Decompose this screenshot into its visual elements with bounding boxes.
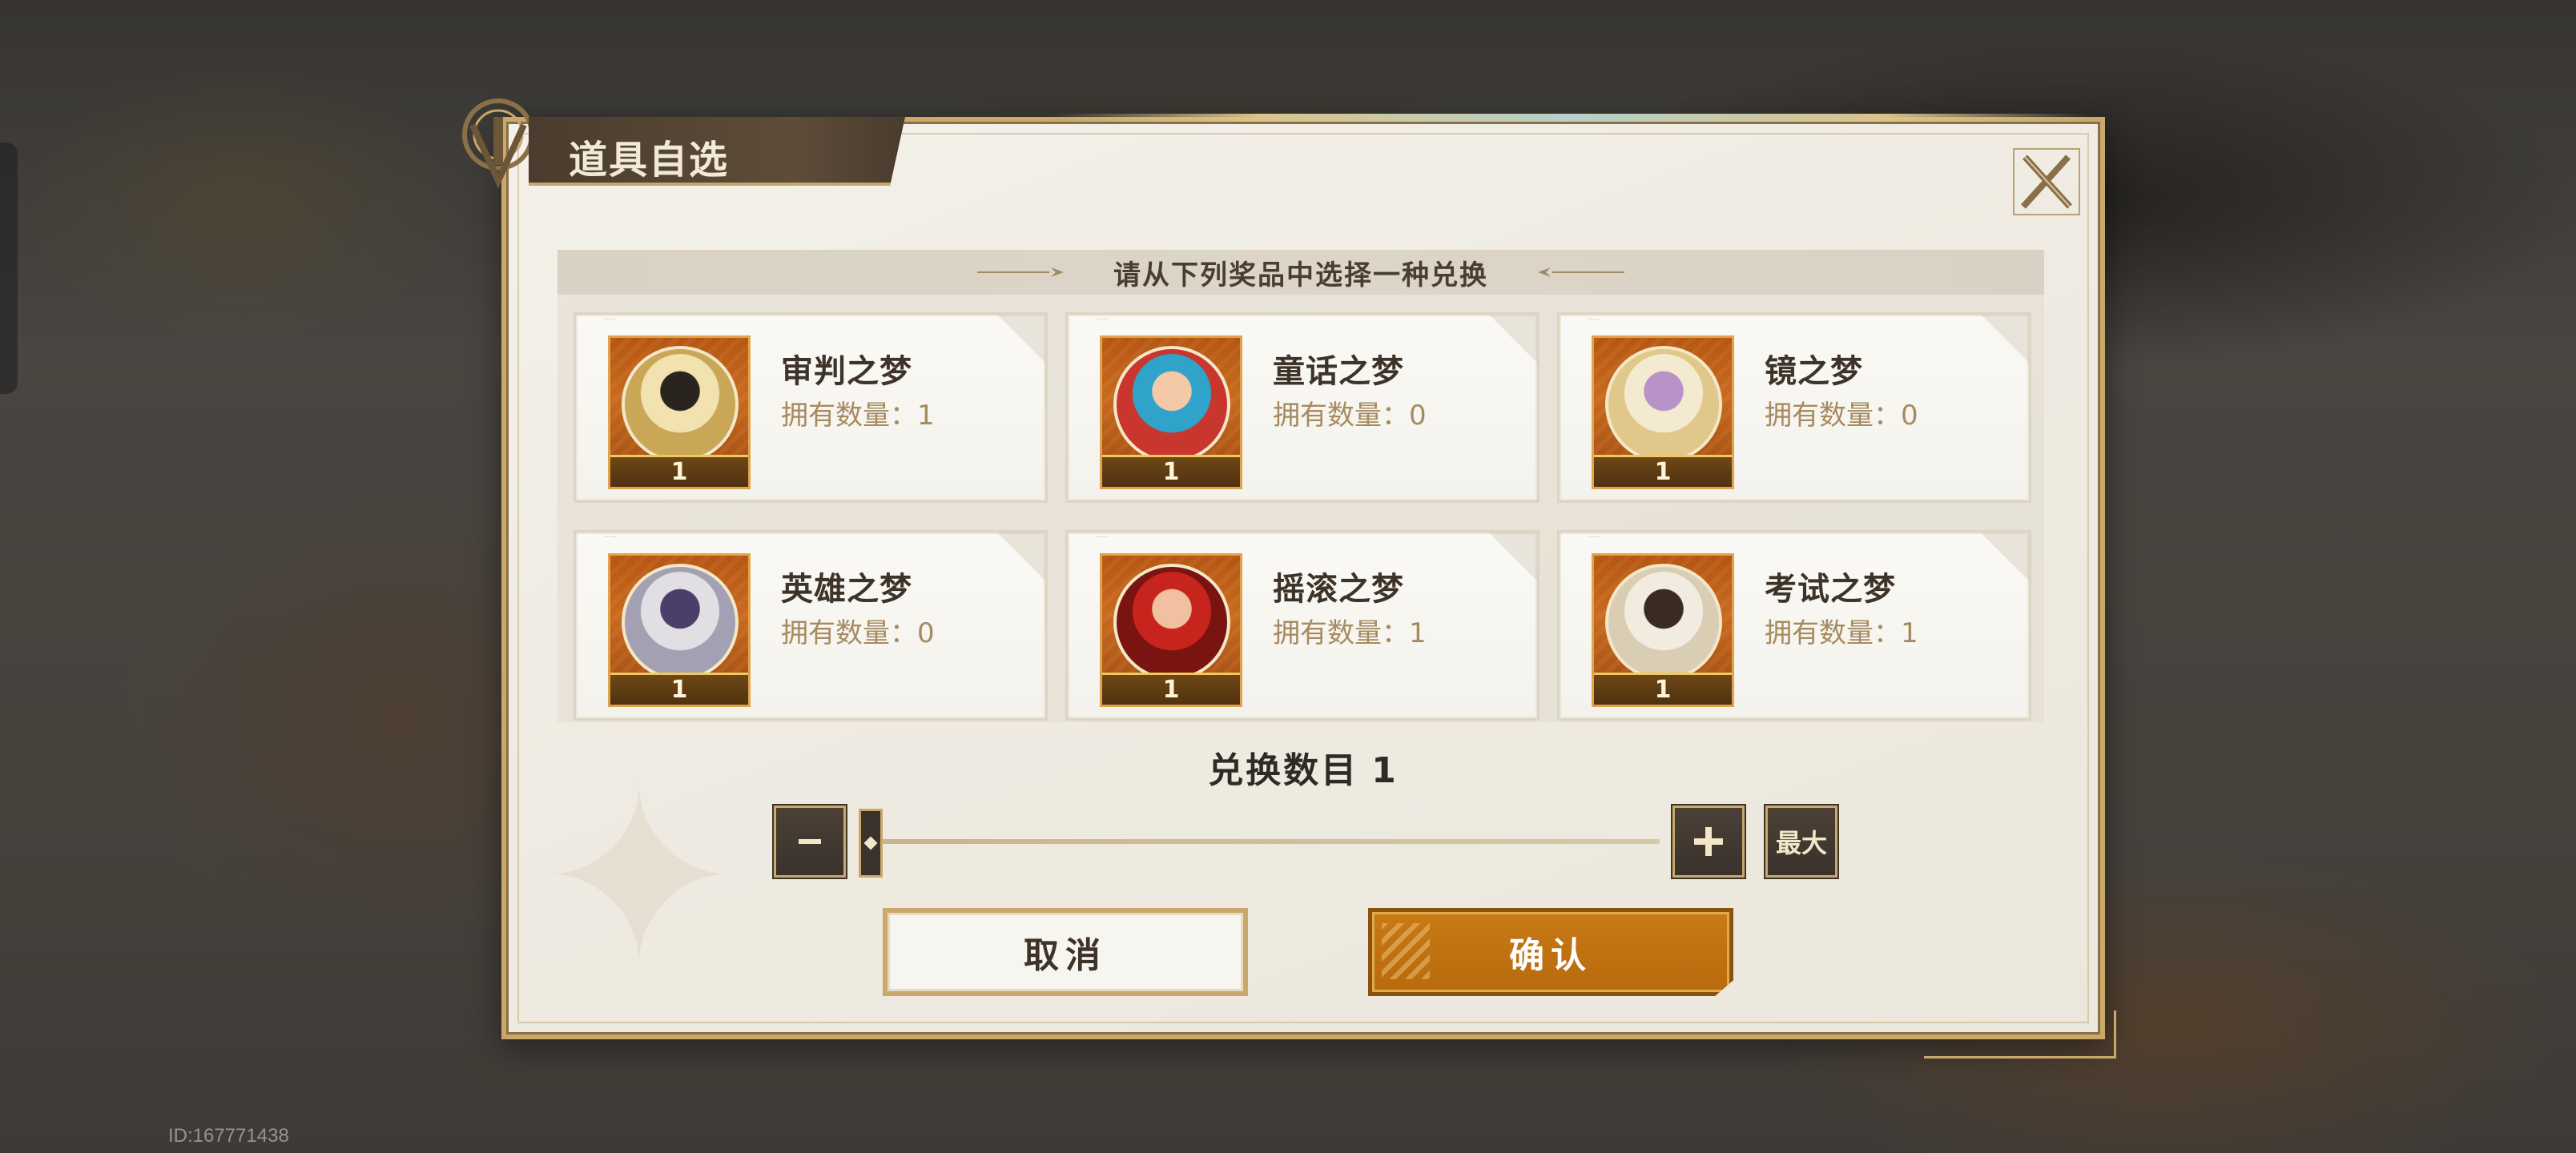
side-pull-tab[interactable] <box>0 143 18 394</box>
card-watermark: ····· <box>603 532 617 541</box>
confirm-button[interactable]: 确认 <box>1368 908 1733 996</box>
reward-name: 审判之梦 <box>781 353 912 390</box>
reward-card[interactable]: ····· 1 童话之梦 拥有数量：0 <box>1065 312 1540 503</box>
exchange-quantity-label: 兑换数目 1 <box>506 741 2100 793</box>
owned-value: 1 <box>1409 617 1427 649</box>
owned-label: 拥有数量： <box>1765 617 1901 649</box>
close-button[interactable] <box>2010 146 2083 218</box>
icon-count: 1 <box>1594 455 1732 487</box>
dream-portrait <box>1605 346 1722 463</box>
reward-icon-frame: 1 <box>608 335 751 489</box>
reward-icon-frame: 1 <box>1592 553 1734 707</box>
owned-count-row: 拥有数量：1 <box>1765 611 1918 650</box>
reward-card[interactable]: ····· 1 考试之梦 拥有数量：1 <box>1557 530 2031 721</box>
owned-value: 0 <box>1901 400 1918 432</box>
card-watermark: ····· <box>1587 315 1600 323</box>
card-watermark: ····· <box>1095 532 1109 541</box>
item-select-dialog: ✦ 请从下列奖品中选择一种兑换 ····· 1 审判之梦 拥有数量：1 ····… <box>501 114 2116 1059</box>
left-ornament-icon <box>977 267 1064 277</box>
corner-ornament <box>1924 1010 2116 1059</box>
player-id: ID:167771438 <box>168 1125 289 1147</box>
reward-name: 摇滚之梦 <box>1273 571 1404 608</box>
dialog-title-tab: 道具自选 <box>449 98 905 189</box>
decrease-button[interactable] <box>774 805 846 878</box>
reward-icon-frame: 1 <box>1100 553 1242 707</box>
minus-icon <box>799 839 821 844</box>
reward-icon-frame: 1 <box>1592 335 1734 489</box>
quantity-slider-track[interactable] <box>859 839 1660 844</box>
reward-card[interactable]: ····· 1 英雄之梦 拥有数量：0 <box>574 530 1048 721</box>
dream-portrait <box>622 564 739 681</box>
right-ornament-icon <box>1538 267 1624 277</box>
reward-grid-inner: ····· 1 审判之梦 拥有数量：1 ····· 1 童话之梦 拥有数量：0 … <box>574 312 2031 721</box>
card-watermark: ····· <box>1095 315 1109 323</box>
dream-portrait <box>1605 564 1722 681</box>
quantity-value: 1 <box>1371 750 1399 791</box>
dream-portrait <box>1113 346 1230 463</box>
quantity-slider-handle[interactable] <box>859 809 883 878</box>
top-decor-stripe <box>1051 114 2092 122</box>
owned-label: 拥有数量： <box>781 400 917 432</box>
owned-count-row: 拥有数量：0 <box>1273 393 1427 432</box>
close-x-icon <box>2013 148 2080 215</box>
owned-value: 1 <box>1901 617 1918 649</box>
reward-name: 童话之梦 <box>1273 353 1404 390</box>
owned-count-row: 拥有数量：0 <box>781 611 935 650</box>
cancel-button[interactable]: 取消 <box>883 908 1248 996</box>
icon-count: 1 <box>610 455 748 487</box>
instruction-banner: 请从下列奖品中选择一种兑换 <box>557 250 2044 295</box>
owned-count-row: 拥有数量：1 <box>781 393 935 432</box>
reward-name: 镜之梦 <box>1765 353 1863 390</box>
reward-card[interactable]: ····· 1 镜之梦 拥有数量：0 <box>1557 312 2031 503</box>
owned-value: 0 <box>1409 400 1427 432</box>
increase-button[interactable] <box>1672 805 1745 878</box>
reward-name: 英雄之梦 <box>781 571 912 608</box>
reward-grid[interactable]: ····· 1 审判之梦 拥有数量：1 ····· 1 童话之梦 拥有数量：0 … <box>557 295 2044 722</box>
owned-count-row: 拥有数量：0 <box>1765 393 1918 432</box>
owned-label: 拥有数量： <box>1273 617 1409 649</box>
card-watermark: ····· <box>1587 532 1600 541</box>
icon-count: 1 <box>1102 673 1240 705</box>
reward-icon-frame: 1 <box>608 553 751 707</box>
reward-name: 考试之梦 <box>1765 571 1896 608</box>
owned-value: 1 <box>917 400 935 432</box>
reward-card[interactable]: ····· 1 审判之梦 拥有数量：1 <box>574 312 1048 503</box>
owned-label: 拥有数量： <box>781 617 917 649</box>
card-watermark: ····· <box>603 315 617 323</box>
owned-value: 0 <box>917 617 935 649</box>
dream-portrait <box>1113 564 1230 681</box>
max-button[interactable]: 最大 <box>1765 805 1837 878</box>
owned-label: 拥有数量： <box>1273 400 1409 432</box>
dialog-title: 道具自选 <box>569 138 730 183</box>
owned-label: 拥有数量： <box>1765 400 1901 432</box>
icon-count: 1 <box>610 673 748 705</box>
reward-icon-frame: 1 <box>1100 335 1242 489</box>
icon-count: 1 <box>1102 455 1240 487</box>
icon-count: 1 <box>1594 673 1732 705</box>
plus-icon <box>1694 827 1723 856</box>
owned-count-row: 拥有数量：1 <box>1273 611 1427 650</box>
dream-portrait <box>622 346 739 463</box>
instruction-text: 请从下列奖品中选择一种兑换 <box>1113 259 1488 291</box>
quantity-label-text: 兑换数目 <box>1208 750 1359 791</box>
reward-card[interactable]: ····· 1 摇滚之梦 拥有数量：1 <box>1065 530 1540 721</box>
